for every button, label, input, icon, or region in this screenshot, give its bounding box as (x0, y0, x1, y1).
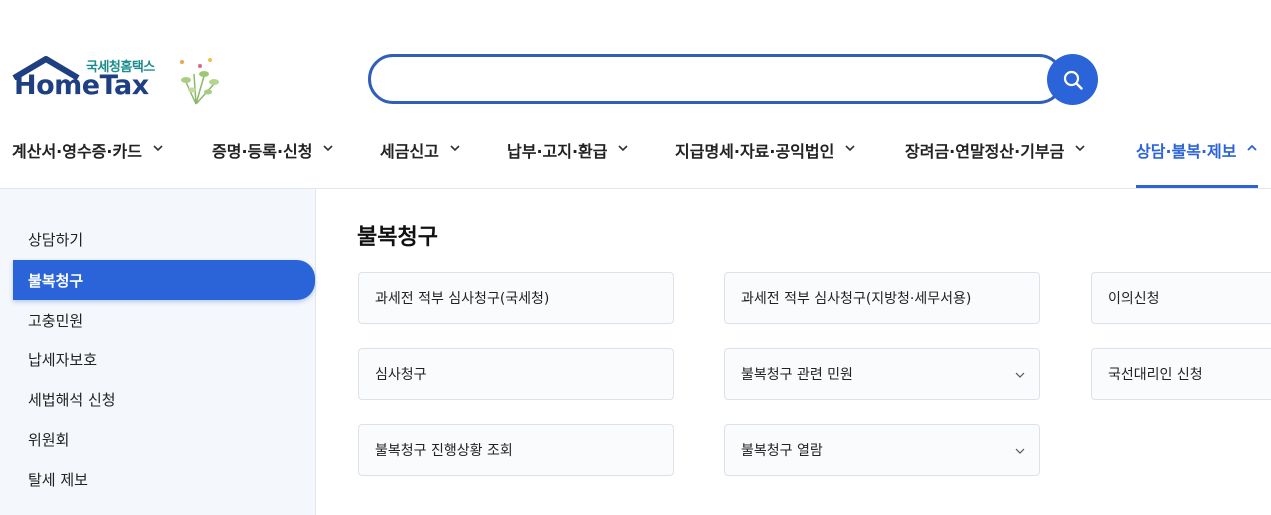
card-label: 심사청구 (375, 367, 427, 383)
card-appeal-related-petition[interactable]: 불복청구 관련 민원 (724, 348, 1040, 400)
page-title: 불복청구 (357, 225, 438, 250)
chevron-down-icon (618, 145, 629, 152)
card-label: 불복청구 진행상황 조회 (375, 443, 513, 459)
nav-item-certificate-registration[interactable]: 증명·등록·신청 (212, 128, 334, 188)
sidebar-item-label: 세법해석 신청 (28, 390, 116, 409)
card-label: 과세전 적부 심사청구(지방청·세무서용) (741, 291, 972, 307)
search-icon (1063, 70, 1083, 90)
card-label: 불복청구 열람 (741, 443, 823, 459)
chevron-down-icon (1075, 145, 1085, 152)
sidebar-item-committee[interactable]: 위원회 (13, 419, 315, 459)
card-label: 불복청구 관련 민원 (741, 367, 853, 383)
card-appeal-status-inquiry[interactable]: 불복청구 진행상황 조회 (358, 424, 674, 476)
sidebar-item-label: 불복청구 (28, 271, 84, 290)
nav-item-consult-appeal-report[interactable]: 상담·불복·제보 (1136, 128, 1258, 188)
sidebar-item-appeal[interactable]: 불복청구 (13, 260, 315, 300)
nav-item-label: 장려금·연말정산·기부금 (905, 142, 1065, 161)
chevron-down-icon (323, 145, 334, 152)
search-field[interactable] (368, 54, 1064, 104)
card-appeal-viewing[interactable]: 불복청구 열람 (724, 424, 1040, 476)
plant-decoration-icon (180, 58, 219, 105)
nav-item-label: 지급명세·자료·공익법인 (675, 142, 835, 161)
card-public-representative[interactable]: 국선대리인 신청 (1091, 348, 1271, 400)
chevron-up-icon (1247, 144, 1258, 151)
chevron-down-icon (1015, 372, 1025, 378)
nav-item-invoice-receipt-card[interactable]: 계산서·영수증·카드 (12, 128, 164, 188)
sidebar-item-label: 고충민원 (28, 311, 84, 330)
sidebar-item-consult[interactable]: 상담하기 (13, 219, 315, 259)
hometax-logo[interactable]: 국세청홈택스 HomeTax (12, 52, 232, 112)
nav-item-payment-statement[interactable]: 지급명세·자료·공익법인 (675, 128, 856, 188)
chevron-down-icon (450, 145, 460, 152)
card-pre-assessment-review-nts[interactable]: 과세전 적부 심사청구(국세청) (358, 272, 674, 324)
sidebar-item-label: 위원회 (28, 430, 70, 449)
nav-item-payment-refund[interactable]: 납부·고지·환급 (507, 128, 629, 188)
nav-item-tax-filing[interactable]: 세금신고 (380, 128, 461, 188)
card-review-request[interactable]: 심사청구 (358, 348, 674, 400)
nav-item-incentive-yearend[interactable]: 장려금·연말정산·기부금 (905, 128, 1086, 188)
sidebar-item-label: 탈세 제보 (28, 470, 88, 489)
card-label: 과세전 적부 심사청구(국세청) (375, 291, 550, 307)
sidebar-item-tax-evasion-report[interactable]: 탈세 제보 (13, 459, 315, 499)
sidebar-item-grievance[interactable]: 고충민원 (13, 300, 315, 340)
main-navigation: 계산서·영수증·카드 증명·등록·신청 세금신고 납부·고지·환급 지급명세·자… (0, 128, 1271, 188)
search-input[interactable] (371, 57, 1061, 101)
sidebar-item-label: 납세자보호 (28, 350, 98, 369)
sidebar-item-tax-law-interpretation[interactable]: 세법해석 신청 (13, 379, 315, 419)
search-button[interactable] (1047, 54, 1098, 105)
card-label: 이의신청 (1108, 291, 1160, 307)
nav-item-label: 계산서·영수증·카드 (12, 142, 142, 161)
nav-item-label: 세금신고 (380, 142, 439, 161)
sidebar-item-label: 상담하기 (28, 230, 84, 249)
chevron-down-icon (153, 145, 163, 152)
sidebar: 상담하기 불복청구 고충민원 납세자보호 세법해석 신청 위원회 탈세 제보 (0, 189, 316, 515)
chevron-down-icon (845, 145, 855, 152)
card-label: 국선대리인 신청 (1108, 367, 1203, 383)
logo-wordmark: HomeTax (14, 70, 149, 101)
nav-item-label: 증명·등록·신청 (212, 142, 313, 161)
card-pre-assessment-review-regional[interactable]: 과세전 적부 심사청구(지방청·세무서용) (724, 272, 1040, 324)
chevron-down-icon (1015, 448, 1025, 454)
nav-item-label: 상담·불복·제보 (1136, 142, 1237, 161)
card-objection[interactable]: 이의신청 (1091, 272, 1271, 324)
sidebar-item-taxpayer-protection[interactable]: 납세자보호 (13, 339, 315, 379)
nav-item-label: 납부·고지·환급 (507, 142, 608, 161)
